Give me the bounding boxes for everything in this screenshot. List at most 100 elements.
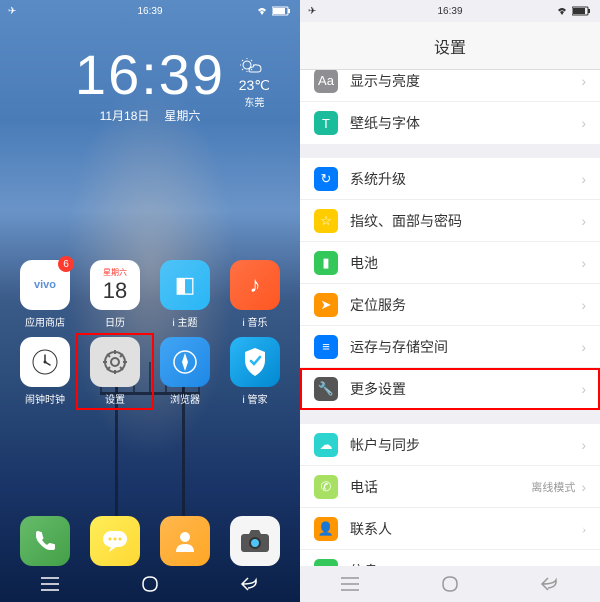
phone-icon [20, 516, 70, 566]
chevron-right-icon: › [581, 437, 586, 453]
settings-title: 设置 [300, 22, 600, 70]
dock [0, 516, 300, 566]
watermark-icon: ^ｪ^ [479, 520, 501, 542]
battery-icon: ▮ [314, 251, 338, 275]
settings-row-battery[interactable]: ▮电池› [300, 242, 600, 284]
app-i-music[interactable]: ♪ i 音乐 [220, 260, 290, 329]
nav-bar-right [300, 566, 600, 602]
app-label: i 主题 [173, 314, 198, 329]
nav-back-button[interactable] [230, 572, 270, 596]
fingerprint-face-password-icon: ☆ [314, 209, 338, 233]
settings-group: ☁帐户与同步›✆电话离线模式›👤联系人›✉信息› [300, 424, 600, 566]
settings-group: Aa显示与亮度›T壁纸与字体› [300, 70, 600, 144]
settings-row-system-update[interactable]: ↻ 系统升级› [300, 158, 600, 200]
app-label: 应用商店 [25, 314, 65, 329]
app-i-theme[interactable]: ◧ i 主题 [150, 260, 220, 329]
dock-phone[interactable] [20, 516, 70, 566]
home-screen: ✈ 16:39 16:39 11月18日 星期六 23℃ 东莞 vivo6 应用商… [0, 0, 300, 602]
browser-icon [160, 337, 210, 387]
nav-bar-left [0, 566, 300, 602]
settings-group: ↻系统升级›☆指纹、面部与密码›▮电池›➤定位服务›≡运存与存储空间›🔧更多设置… [300, 158, 600, 410]
row-label: 显示与亮度 [350, 71, 581, 91]
row-label: 电池 [350, 253, 581, 273]
chevron-right-icon: › [581, 171, 586, 187]
calendar-daynum: 18 [103, 278, 127, 304]
account-sync-icon: ☁ [314, 433, 338, 457]
calendar-weekday: 星期六 [103, 267, 127, 278]
chevron-right-icon: › [581, 115, 586, 131]
nav-back-button[interactable] [530, 572, 570, 596]
watermark: ^ｪ^ Handset.Cat [479, 520, 585, 542]
phone-call-icon: ✆ [314, 475, 338, 499]
date-month-day: 11月18日 [100, 107, 150, 124]
app-grid: vivo6 应用商店 星期六18 日历 ◧ i 主题 ♪ i 音乐闹钟时钟设置浏览器 i 管家 [0, 260, 300, 406]
wifi-icon [556, 6, 568, 16]
messages-setting-icon: ✉ [314, 559, 338, 566]
app-alarm-clock[interactable]: 闹钟时钟 [10, 337, 80, 406]
weather-icon [239, 57, 263, 77]
chevron-right-icon: › [581, 297, 586, 313]
nav-menu-button[interactable] [330, 572, 370, 596]
i-guard-icon [230, 337, 280, 387]
i-theme-icon: ◧ [160, 260, 210, 310]
app-label: 浏览器 [170, 391, 200, 406]
ram-storage-icon: ≡ [314, 335, 338, 359]
contacts-icon: 👤 [314, 517, 338, 541]
system-update-icon: ↻ [314, 167, 338, 191]
location-services-icon: ➤ [314, 293, 338, 317]
settings-row-wallpaper-font[interactable]: T壁纸与字体› [300, 102, 600, 144]
settings-row-more-settings[interactable]: 🔧更多设置› [300, 368, 600, 410]
nav-menu-button[interactable] [30, 572, 70, 596]
settings-row-phone-call[interactable]: ✆电话离线模式› [300, 466, 600, 508]
row-label: 更多设置 [350, 379, 581, 399]
status-bar-left: ✈ 16:39 [0, 0, 300, 22]
badge: 6 [58, 256, 74, 272]
contacts-icon [160, 516, 210, 566]
clock-widget[interactable]: 16:39 11月18日 星期六 23℃ 东莞 [0, 42, 300, 124]
dock-camera[interactable] [230, 516, 280, 566]
settings-icon [90, 337, 140, 387]
settings-row-messages-setting[interactable]: ✉信息› [300, 550, 600, 566]
settings-list[interactable]: Aa显示与亮度›T壁纸与字体›↻系统升级›☆指纹、面部与密码›▮电池›➤定位服务… [300, 70, 600, 566]
dock-messages[interactable] [90, 516, 140, 566]
app-i-guard[interactable]: i 管家 [220, 337, 290, 406]
chevron-right-icon: › [581, 339, 586, 355]
row-label: 指纹、面部与密码 [350, 211, 581, 231]
app-settings[interactable]: 设置 [80, 337, 150, 406]
chevron-right-icon: › [581, 479, 586, 495]
i-music-icon: ♪ [230, 260, 280, 310]
dock-contacts[interactable] [160, 516, 210, 566]
nav-home-button[interactable] [130, 572, 170, 596]
chevron-right-icon: › [581, 73, 586, 89]
app-browser[interactable]: 浏览器 [150, 337, 220, 406]
airplane-mode-icon: ✈ [8, 6, 16, 17]
alarm-clock-icon [20, 337, 70, 387]
app-label: i 音乐 [243, 314, 268, 329]
row-label: 运存与存储空间 [350, 337, 581, 357]
chevron-right-icon: › [581, 381, 586, 397]
status-time: 16:39 [437, 6, 462, 17]
status-time: 16:39 [137, 6, 162, 17]
settings-row-display-brightness[interactable]: Aa 显示与亮度› [300, 70, 600, 102]
weather-location: 东莞 [239, 94, 270, 109]
settings-row-location-services[interactable]: ➤ 定位服务› [300, 284, 600, 326]
row-extra: 离线模式 [531, 479, 575, 495]
weather-temp: 23℃ [239, 77, 270, 94]
app-app-store[interactable]: vivo6 应用商店 [10, 260, 80, 329]
battery-icon [572, 6, 592, 16]
chevron-right-icon: › [581, 213, 586, 229]
row-label: 定位服务 [350, 295, 581, 315]
row-label: 系统升级 [350, 169, 581, 189]
settings-row-fingerprint-face-password[interactable]: ☆ 指纹、面部与密码› [300, 200, 600, 242]
weather-widget[interactable]: 23℃ 东莞 [239, 57, 270, 109]
nav-home-button[interactable] [430, 572, 470, 596]
settings-row-ram-storage[interactable]: ≡ 运存与存储空间› [300, 326, 600, 368]
app-label: 日历 [105, 314, 125, 329]
status-bar-right: ✈ 16:39 [300, 0, 600, 22]
settings-row-account-sync[interactable]: ☁帐户与同步› [300, 424, 600, 466]
app-store-icon: vivo6 [20, 260, 70, 310]
display-brightness-icon: Aa [314, 70, 338, 93]
app-calendar[interactable]: 星期六18 日历 [80, 260, 150, 329]
wallpaper-font-icon: T [314, 111, 338, 135]
calendar-icon: 星期六18 [90, 260, 140, 310]
